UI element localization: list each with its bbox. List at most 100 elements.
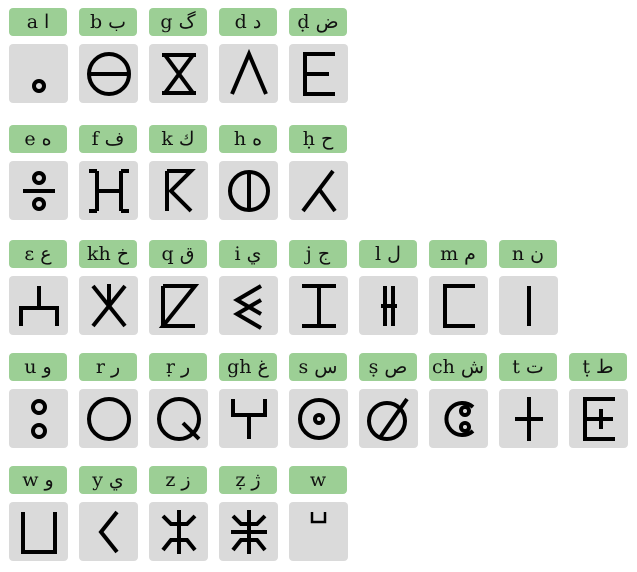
letter-label: aا <box>9 8 67 36</box>
yaj-glyph-icon <box>302 284 336 328</box>
arabic-letter: ح <box>320 128 334 150</box>
glyph-tile <box>359 389 418 448</box>
letter-label: gh غ <box>219 353 277 381</box>
glyph-tile <box>79 44 138 103</box>
yay-glyph-icon <box>98 510 119 554</box>
arabic-letter: ل <box>387 243 401 265</box>
yas-glyph-icon <box>298 398 340 440</box>
yahh-glyph-icon <box>301 169 337 213</box>
letter-label: ch ش <box>429 353 487 381</box>
arabic-letter: ط <box>596 356 614 378</box>
arabic-letter: ي <box>108 469 124 491</box>
glyph-tile <box>9 44 68 103</box>
latin-letter: m <box>440 243 459 265</box>
letter-label: ṛر <box>149 353 207 381</box>
latin-letter: d <box>234 11 247 33</box>
arabic-letter: غ <box>257 356 269 378</box>
yak-glyph-icon <box>165 169 196 213</box>
letter-label: iي <box>219 240 277 268</box>
yab-glyph-icon <box>87 52 131 96</box>
letter-label: mم <box>429 240 487 268</box>
arabic-letter: م <box>464 243 476 265</box>
yakh-glyph-icon <box>91 284 127 328</box>
letter-label: sس <box>289 353 347 381</box>
glyph-tile <box>219 389 278 448</box>
letter-label: lل <box>359 240 417 268</box>
latin-letter: ẓ <box>235 469 246 491</box>
arabic-letter: ص <box>384 356 408 378</box>
latin-letter: k <box>161 128 173 150</box>
arabic-letter: ز <box>181 469 191 491</box>
glyph-tile <box>149 502 208 561</box>
arabic-letter: ق <box>179 243 195 265</box>
latin-letter: y <box>92 469 103 491</box>
letter-label: yي <box>79 466 137 494</box>
latin-letter: z <box>165 469 176 491</box>
yarr-glyph-icon <box>157 397 201 441</box>
latin-letter: e <box>24 128 36 150</box>
yatt-glyph-icon <box>583 397 615 441</box>
letter-label: rر <box>79 353 137 381</box>
arabic-letter: ج <box>317 243 331 265</box>
glyph-tile <box>149 389 208 448</box>
latin-letter: w <box>309 469 327 491</box>
yad-glyph-icon <box>230 48 268 95</box>
glyph-tile <box>149 44 208 103</box>
letter-label: kh خ <box>79 240 137 268</box>
yagh-glyph-icon <box>231 399 267 439</box>
glyph-tile <box>429 389 488 448</box>
latin-letter: kh <box>86 243 111 265</box>
letter-label: ḍض <box>289 8 347 36</box>
glyph-tile <box>219 276 278 335</box>
letter-label: ɛع <box>9 240 67 268</box>
glyph-tile <box>289 389 348 448</box>
glyph-tile <box>289 276 348 335</box>
yass-glyph-icon <box>367 397 409 441</box>
glyph-tile <box>219 502 278 561</box>
yey-glyph-icon <box>23 171 55 211</box>
yaw-glyph-icon <box>21 512 57 554</box>
glyph-tile <box>9 389 68 448</box>
arabic-letter: س <box>314 356 338 378</box>
arabic-letter: و <box>42 356 52 378</box>
arabic-letter: ت <box>525 356 544 378</box>
letter-label: nن <box>499 240 557 268</box>
arabic-letter: ه <box>41 128 52 150</box>
arabic-letter: ب <box>108 11 127 33</box>
latin-letter: l <box>375 243 382 265</box>
glyph-tile <box>9 161 68 220</box>
arabic-letter: ع <box>40 243 52 265</box>
latin-letter: ḥ <box>302 128 315 150</box>
glyph-tile <box>149 276 208 335</box>
arabic-letter: ر <box>110 356 121 378</box>
latin-letter: s <box>298 356 309 378</box>
letter-label: gگ <box>149 8 207 36</box>
glyph-tile <box>429 276 488 335</box>
glyph-tile <box>289 44 348 103</box>
glyph-tile <box>79 389 138 448</box>
latin-letter: q <box>161 243 174 265</box>
arabic-letter: د <box>252 11 262 33</box>
yi-glyph-icon <box>233 284 263 330</box>
glyph-tile <box>289 161 348 220</box>
letter-label: qق <box>149 240 207 268</box>
arabic-letter: ش <box>460 356 485 378</box>
glyph-tile <box>289 502 348 561</box>
arabic-letter: ژ <box>251 469 261 491</box>
letter-label: ḥح <box>289 125 347 153</box>
glyph-tile <box>149 161 208 220</box>
letter-label: fف <box>79 125 137 153</box>
glyph-tile <box>79 161 138 220</box>
letter-label: ẓژ <box>219 466 277 494</box>
letter-label: w <box>289 466 347 494</box>
glyph-tile <box>569 389 628 448</box>
glyph-tile <box>359 276 418 335</box>
latin-letter: b <box>89 11 103 33</box>
latin-letter: gh <box>227 356 252 378</box>
yazz-glyph-icon <box>231 510 267 554</box>
yaa-glyph-icon <box>19 286 59 326</box>
letter-label: ṭط <box>569 353 627 381</box>
yal-glyph-icon <box>381 286 397 326</box>
arabic-letter: ي <box>246 243 262 265</box>
latin-letter: n <box>511 243 525 265</box>
